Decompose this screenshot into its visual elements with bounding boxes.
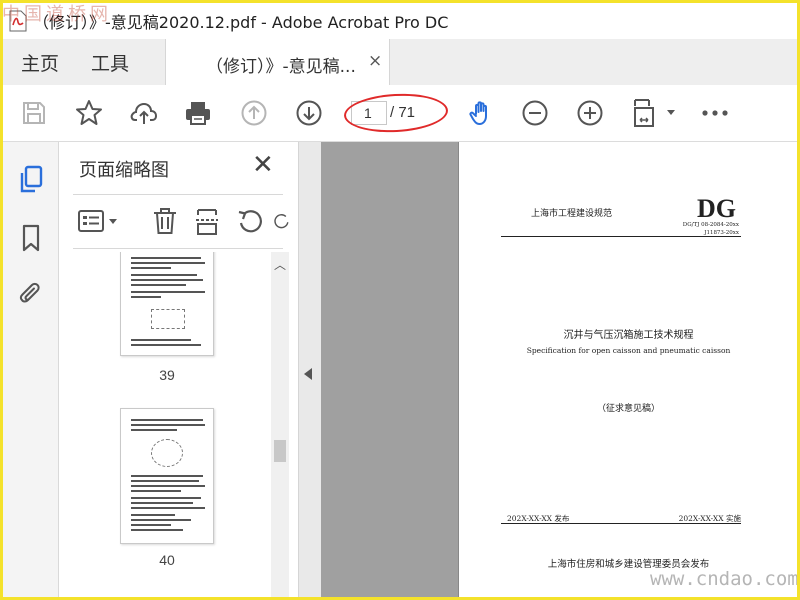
pdf-page: 上海市工程建设规范 DG DG/TJ 08-2084-20xx J11873-2…	[458, 142, 797, 597]
tab-tools[interactable]: 工具	[91, 49, 129, 76]
scroll-up-icon[interactable]: ︿	[271, 256, 289, 273]
page-rule-bottom	[501, 523, 741, 524]
close-tab-icon[interactable]: ×	[368, 51, 382, 71]
page-standard-mark: DG	[697, 194, 736, 223]
document-tab-label: （修订）》-意见稿...	[206, 57, 356, 77]
close-panel-icon[interactable]: ✕	[252, 150, 274, 180]
thumbnail-label: 39	[159, 367, 175, 383]
panel-title: 页面缩略图	[79, 160, 169, 181]
left-navigation-rail	[3, 142, 59, 597]
save-icon[interactable]	[17, 96, 51, 130]
page-code-line-2: J11873-20xx	[704, 230, 739, 236]
thumbnail-scrollbar[interactable]: ︿	[271, 252, 289, 597]
extract-page-icon[interactable]	[190, 204, 224, 238]
red-highlight-ellipse	[343, 91, 449, 135]
zoom-in-icon[interactable]	[573, 96, 607, 130]
tab-document[interactable]: （修订）》-意见稿... ×	[165, 39, 390, 85]
thumbnail-page-39[interactable]	[120, 252, 214, 356]
bookmark-star-icon[interactable]	[72, 96, 106, 130]
panel-toolbar	[59, 200, 299, 244]
panel-collapse-strip[interactable]	[299, 142, 321, 597]
rotate-counterclockwise-icon[interactable]	[233, 204, 267, 238]
print-icon[interactable]	[181, 96, 215, 130]
hand-tool-icon[interactable]	[465, 96, 499, 130]
thumbnail-page-40[interactable]	[120, 408, 214, 544]
page-org-line: 上海市工程建设规范	[531, 209, 613, 219]
thumbnail-options-dropdown-icon[interactable]	[77, 204, 121, 238]
scrollbar-thumb[interactable]	[274, 440, 286, 462]
collapse-panel-icon[interactable]	[304, 368, 312, 380]
title-bar: （修订）》-意见稿2020.12.pdf - Adobe Acrobat Pro…	[3, 3, 797, 39]
thumbnail-list: 39 40	[59, 252, 271, 597]
page-title-cn: 沉井与气压沉箱施工技术规程	[563, 330, 694, 341]
page-title-en: Specification for open caisson and pneum…	[526, 346, 731, 355]
main-toolbar: / 71	[3, 85, 797, 142]
panel-divider	[73, 194, 283, 195]
more-options-icon[interactable]	[698, 96, 732, 130]
page-fit-dropdown-icon[interactable]	[629, 96, 679, 130]
watermark-bottom: www.cndao.com	[650, 568, 799, 590]
page-code-line-1: DG/TJ 08-2084-20xx	[682, 222, 739, 228]
next-page-icon[interactable]	[292, 96, 326, 130]
tab-home[interactable]: 主页	[21, 49, 59, 76]
watermark-top: 中国道桥网	[2, 4, 112, 25]
document-view[interactable]: 上海市工程建设规范 DG DG/TJ 08-2084-20xx J11873-2…	[321, 142, 797, 597]
page-thumbnails-panel: 页面缩略图 ✕ 39 40 ︿	[59, 142, 299, 597]
panel-toolbar-divider	[73, 248, 283, 249]
page-thumbnails-icon[interactable]	[15, 164, 47, 196]
bookmarks-icon[interactable]	[15, 222, 47, 254]
page-rule-top	[501, 236, 741, 237]
delete-page-icon[interactable]	[148, 204, 182, 238]
attachments-icon[interactable]	[15, 278, 47, 310]
tab-row: 主页 工具 （修订）》-意见稿... ×	[3, 39, 797, 85]
page-draft-note: （征求意见稿）	[596, 404, 660, 414]
rotate-clockwise-icon[interactable]	[273, 204, 291, 238]
zoom-out-icon[interactable]	[518, 96, 552, 130]
previous-page-icon[interactable]	[237, 96, 271, 130]
cloud-upload-icon[interactable]	[127, 96, 161, 130]
thumbnail-label: 40	[159, 552, 175, 568]
